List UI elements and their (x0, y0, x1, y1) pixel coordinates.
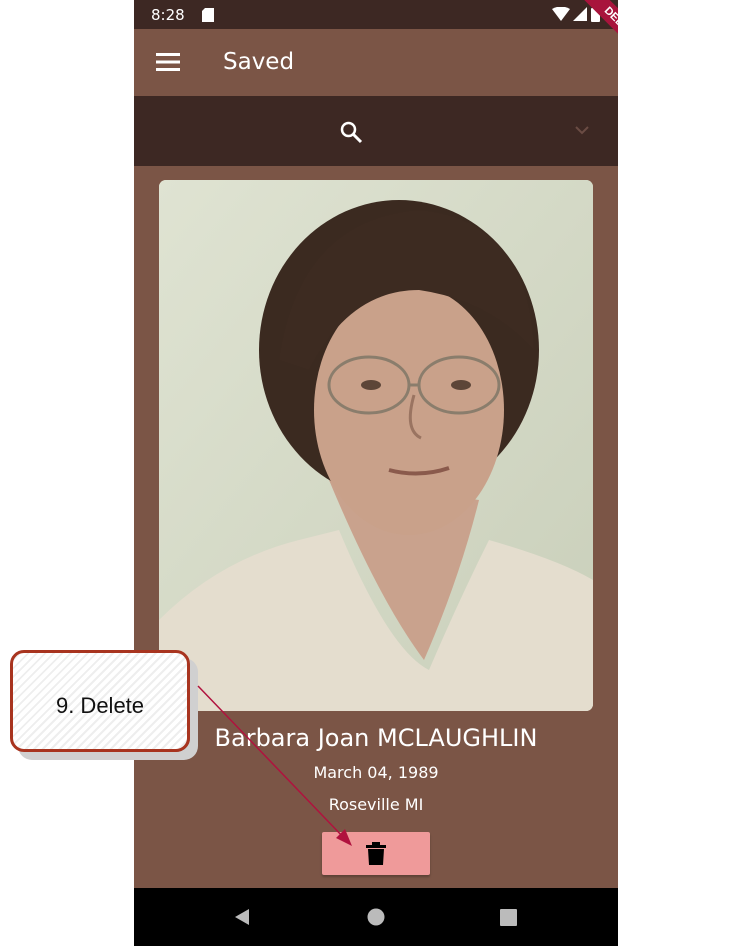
person-date: March 04, 1989 (313, 763, 439, 782)
callout-text: 9. Delete (55, 693, 145, 718)
callout-box: 9. Delete (10, 650, 190, 752)
saved-list: Barbara Joan MCLAUGHLIN March 04, 1989 R… (139, 166, 613, 888)
record-card[interactable]: Barbara Joan MCLAUGHLIN March 04, 1989 R… (139, 166, 613, 888)
back-icon[interactable] (233, 908, 251, 926)
debug-banner: DEBUG (571, 0, 618, 72)
trash-icon (366, 842, 386, 865)
person-photo (159, 180, 593, 711)
search-icon[interactable] (339, 120, 363, 144)
delete-button[interactable] (322, 832, 430, 875)
debug-ribbon-clip: DEBUG (134, 0, 618, 96)
recents-icon[interactable] (500, 909, 517, 926)
portrait-image (159, 180, 593, 711)
system-nav-bar (134, 888, 618, 946)
phone-screen: 8:28 Saved Barbara Joan MCLAUGHLIN March… (134, 0, 618, 946)
chevron-down-icon[interactable] (574, 124, 590, 136)
person-location: Roseville MI (328, 795, 424, 814)
person-name: Barbara Joan MCLAUGHLIN (214, 724, 538, 752)
home-icon[interactable] (367, 908, 385, 926)
search-bar (134, 96, 618, 166)
